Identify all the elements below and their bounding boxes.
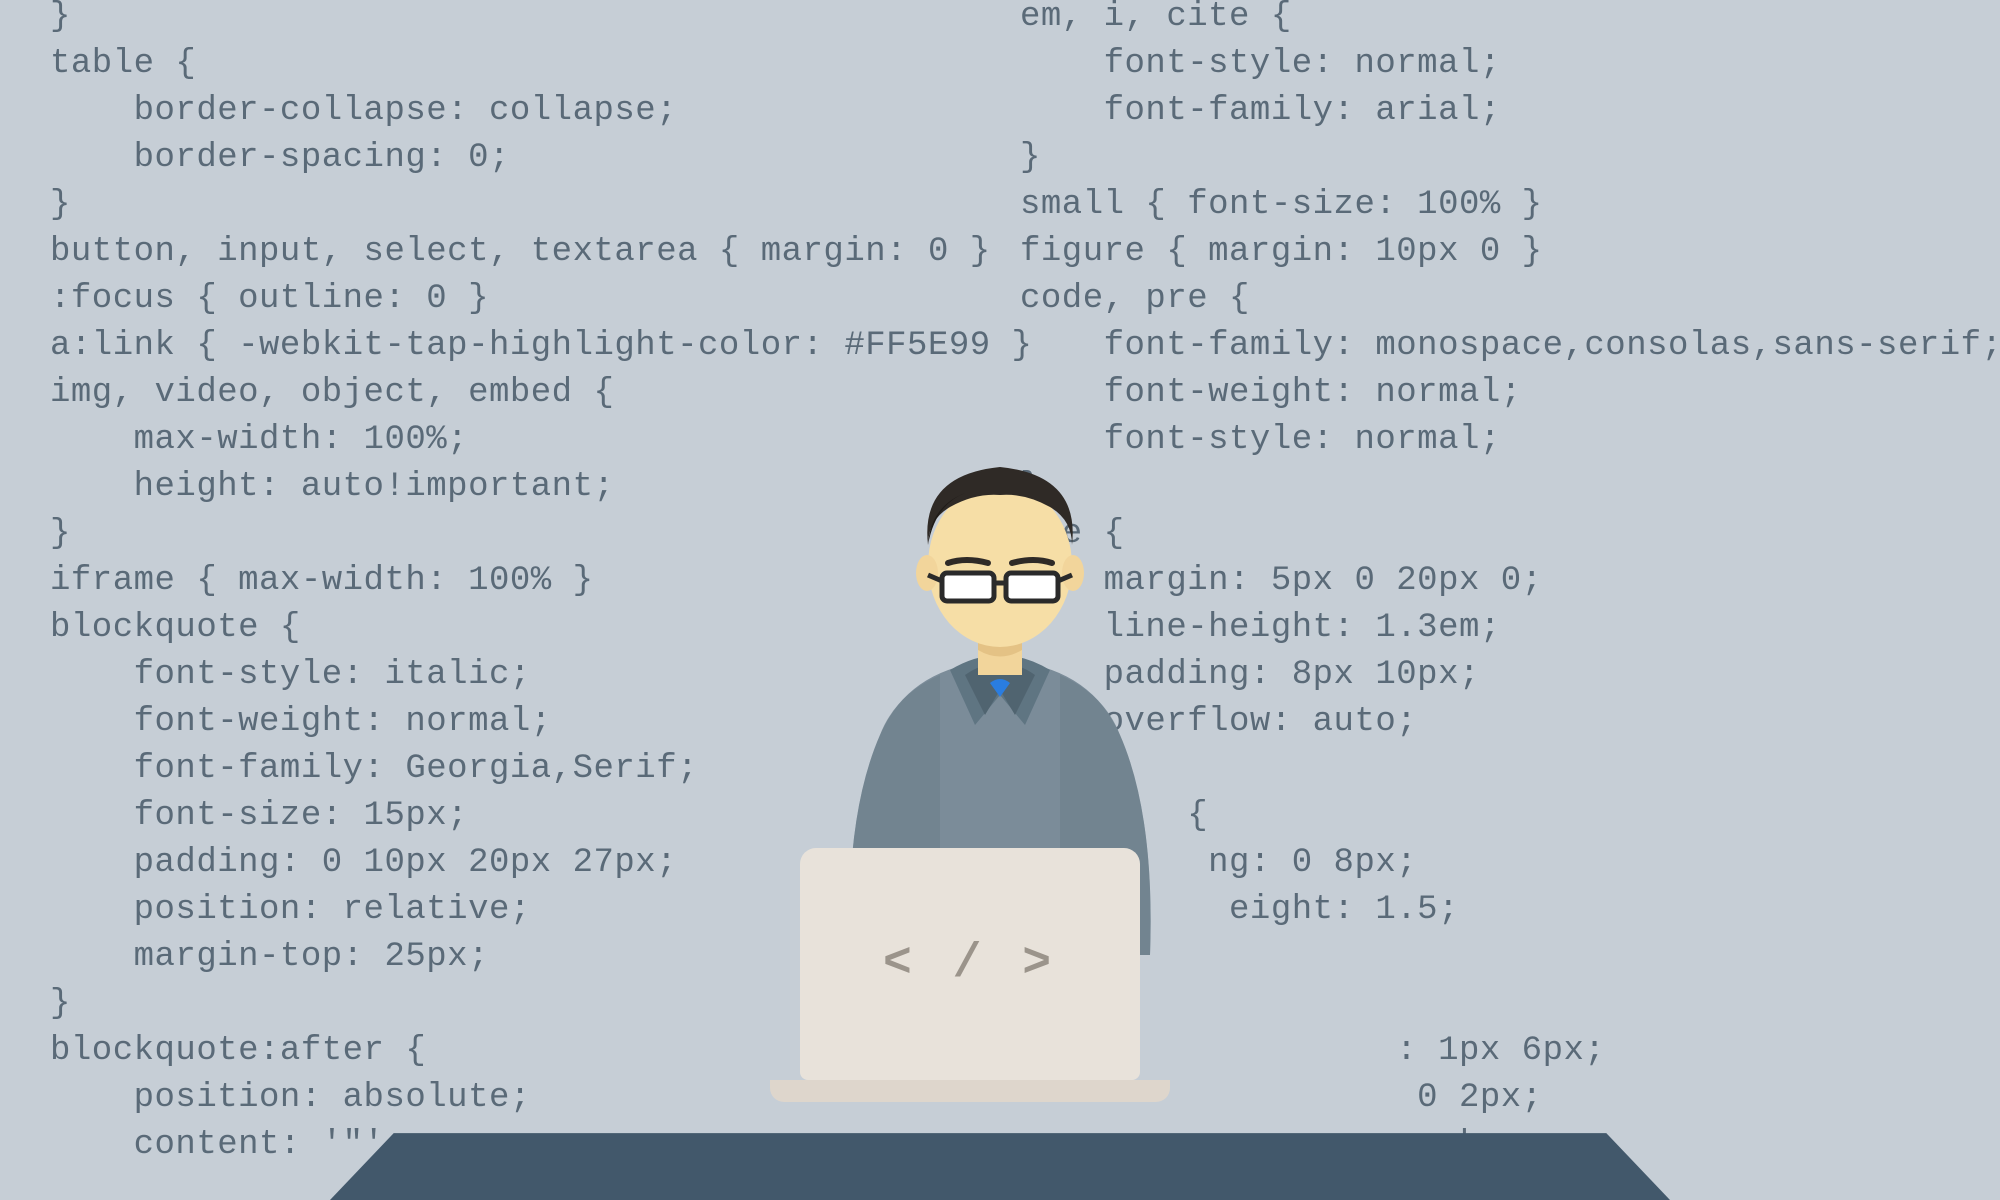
- illustration-canvas: } table { border-collapse: collapse; bor…: [0, 0, 2000, 1200]
- desk-surface: [330, 1133, 1670, 1200]
- code-icon: < / >: [883, 937, 1057, 991]
- laptop: < / >: [800, 848, 1200, 1102]
- laptop-base: [770, 1080, 1170, 1102]
- laptop-back-panel: < / >: [800, 848, 1140, 1080]
